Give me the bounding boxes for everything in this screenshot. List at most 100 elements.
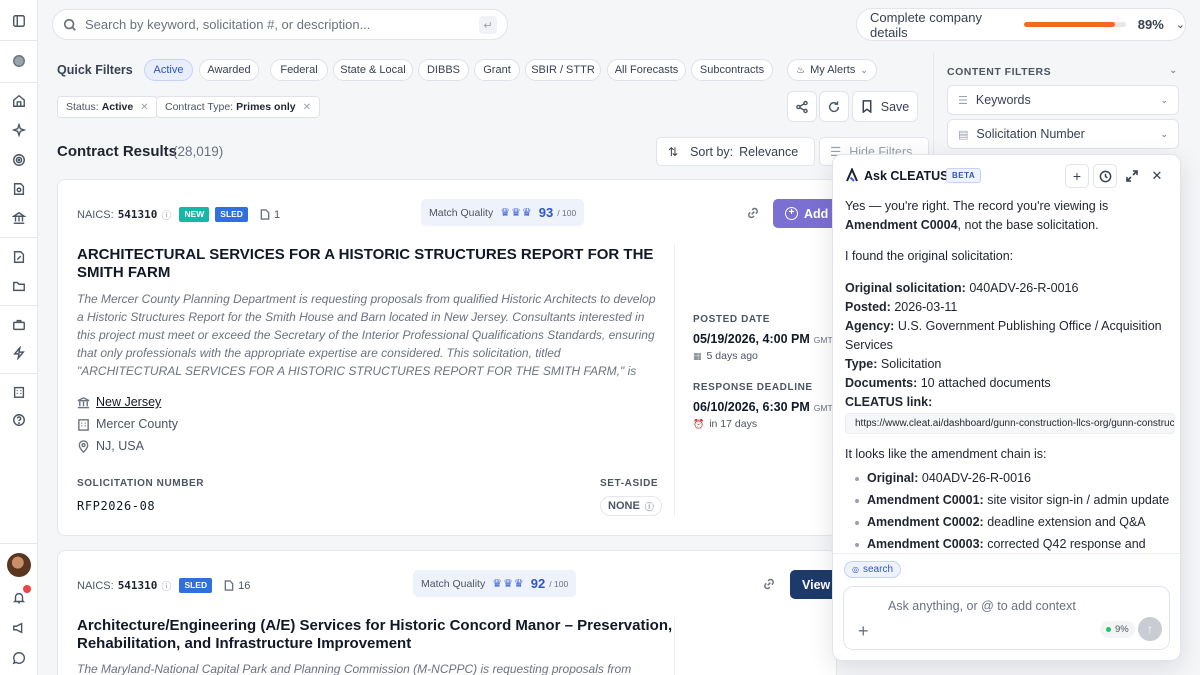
expand-button[interactable]	[1124, 168, 1140, 184]
location-state[interactable]: New Jersey	[77, 395, 161, 409]
info-icon[interactable]: ⓘ	[161, 207, 171, 222]
building-icon[interactable]	[10, 383, 28, 401]
chevron-down-icon[interactable]: ⌄	[1169, 65, 1177, 76]
document-search-icon[interactable]	[10, 180, 28, 198]
quick-filter-grant[interactable]: Grant	[474, 59, 520, 81]
close-chat-button[interactable]: ✕	[1149, 168, 1165, 184]
view-button[interactable]: View	[790, 570, 836, 599]
megaphone-icon[interactable]	[10, 619, 28, 637]
sort-icon: ⇅	[668, 144, 679, 159]
set-aside-header: SET-ASIDE	[600, 478, 659, 489]
context-chip-search[interactable]: ◎ search	[844, 561, 901, 578]
solicitation-number-filter[interactable]: ▤ Solicitation Number ⌄	[947, 119, 1179, 149]
chat-input-box[interactable]: + 9% ↑	[843, 586, 1170, 650]
rail-divider	[0, 237, 38, 238]
chevron-down-icon[interactable]: ⌄	[1176, 18, 1185, 31]
state-name[interactable]: New Jersey	[96, 395, 161, 409]
close-icon[interactable]: ✕	[140, 102, 148, 113]
contract-title[interactable]: Architecture/Engineering (A/E) Services …	[77, 617, 677, 653]
quick-filters-label: Quick Filters	[57, 63, 133, 77]
document-edit-icon[interactable]	[10, 248, 28, 266]
my-alerts-dropdown[interactable]: ♨ My Alerts ⌄	[787, 59, 877, 81]
link-icon[interactable]	[762, 577, 776, 594]
history-button[interactable]	[1093, 164, 1117, 188]
share-icon	[796, 100, 808, 113]
org-logo-icon[interactable]	[10, 52, 28, 70]
quick-filter-active[interactable]: Active	[144, 59, 193, 81]
sort-dropdown[interactable]: ⇅ Sort by: Relevance	[656, 137, 815, 166]
chat-input[interactable]	[888, 599, 1108, 619]
save-search-button[interactable]: Save	[852, 91, 918, 122]
chat-intro-bold: Amendment C0004	[845, 218, 958, 232]
share-button[interactable]	[787, 91, 817, 122]
enter-key-icon[interactable]: ↵	[479, 16, 497, 34]
quick-filter-federal[interactable]: Federal	[270, 59, 328, 81]
add-to-pipeline-button[interactable]: + Add t	[773, 199, 836, 228]
keywords-filter[interactable]: ☰ Keywords ⌄	[947, 85, 1179, 115]
detail-label: Type:	[845, 357, 878, 371]
briefcase-icon[interactable]	[10, 316, 28, 334]
quick-filter-awarded[interactable]: Awarded	[199, 59, 259, 81]
send-button[interactable]: ↑	[1138, 617, 1162, 641]
bank-icon[interactable]	[10, 209, 28, 227]
new-chat-button[interactable]: +	[1065, 164, 1089, 188]
info-icon[interactable]: ⓘ	[161, 578, 171, 593]
keywords-icon: ☰	[958, 94, 968, 107]
refresh-button[interactable]	[819, 91, 849, 122]
chat-intro-text: Yes — you're right. The record you're vi…	[845, 199, 1109, 213]
help-icon[interactable]	[10, 411, 28, 429]
sidebar-toggle-icon[interactable]	[10, 12, 28, 30]
search-input[interactable]	[85, 17, 465, 32]
link-icon[interactable]	[746, 206, 760, 223]
document-icon	[260, 209, 270, 220]
company-details-progress[interactable]: Complete company details 89% ⌄	[856, 8, 1186, 41]
chat-bubble-icon[interactable]	[10, 649, 28, 667]
chevron-down-icon: ⌄	[1160, 94, 1168, 105]
document-icon	[224, 580, 234, 591]
detail-label: CLEATUS link:	[845, 395, 933, 409]
contract-card[interactable]: NAICS: 541310 ⓘ SLED 16 Match Quality ♛♛…	[57, 550, 837, 675]
sled-badge: SLED	[179, 578, 213, 593]
info-icon[interactable]: ⓘ	[645, 500, 654, 513]
quick-filter-all-forecasts[interactable]: All Forecasts	[607, 59, 686, 81]
contract-title[interactable]: ARCHITECTURAL SERVICES FOR A HISTORIC ST…	[77, 246, 667, 282]
global-search-bar[interactable]: ↵	[52, 9, 508, 40]
detail-label: Documents:	[845, 376, 918, 390]
rail-divider	[0, 373, 38, 374]
home-icon[interactable]	[10, 92, 28, 110]
naics-value: 541310	[117, 579, 158, 592]
building-icon	[78, 418, 89, 431]
target-icon[interactable]	[10, 151, 28, 169]
notification-dot	[23, 585, 31, 593]
bell-icon: ♨	[796, 64, 806, 76]
clock-icon	[1099, 170, 1111, 182]
lightning-icon[interactable]	[10, 344, 28, 362]
contract-card[interactable]: NAICS: 541310 ⓘ NEW SLED 1 Match Quality…	[57, 179, 837, 536]
map-pin-icon	[78, 439, 89, 453]
deadline-relative-text: in 17 days	[709, 418, 758, 430]
quick-filter-sbir-sttr[interactable]: SBIR / STTR	[525, 59, 601, 81]
plus-icon: +	[1072, 168, 1082, 184]
cleatus-logo-icon	[846, 168, 858, 182]
county-name: Mercer County	[96, 417, 178, 431]
quick-filter-dibbs[interactable]: DIBBS	[418, 59, 469, 81]
progress-percent: 89%	[1137, 17, 1164, 32]
add-attachment-icon[interactable]: +	[858, 621, 869, 642]
refresh-icon	[828, 100, 840, 112]
chat-divider	[833, 553, 1180, 554]
left-nav-rail	[0, 0, 38, 675]
user-avatar[interactable]	[7, 553, 31, 577]
context-chip-label: search	[862, 564, 893, 575]
context-usage: 9%	[1100, 621, 1135, 638]
quick-filter-subcontracts[interactable]: Subcontracts	[691, 59, 773, 81]
arrow-up-icon: ↑	[1147, 622, 1153, 636]
usage-value: 9%	[1115, 624, 1129, 635]
close-icon[interactable]: ✕	[303, 102, 311, 113]
detail-label: Agency:	[845, 319, 895, 333]
folder-icon[interactable]	[10, 277, 28, 295]
column-divider	[674, 617, 675, 675]
sparkle-icon[interactable]	[10, 121, 28, 139]
content-filters-title: CONTENT FILTERS	[947, 66, 1052, 78]
cleatus-link[interactable]: https://www.cleat.ai/dashboard/gunn-cons…	[845, 413, 1175, 434]
quick-filter-state-local[interactable]: State & Local	[333, 59, 413, 81]
